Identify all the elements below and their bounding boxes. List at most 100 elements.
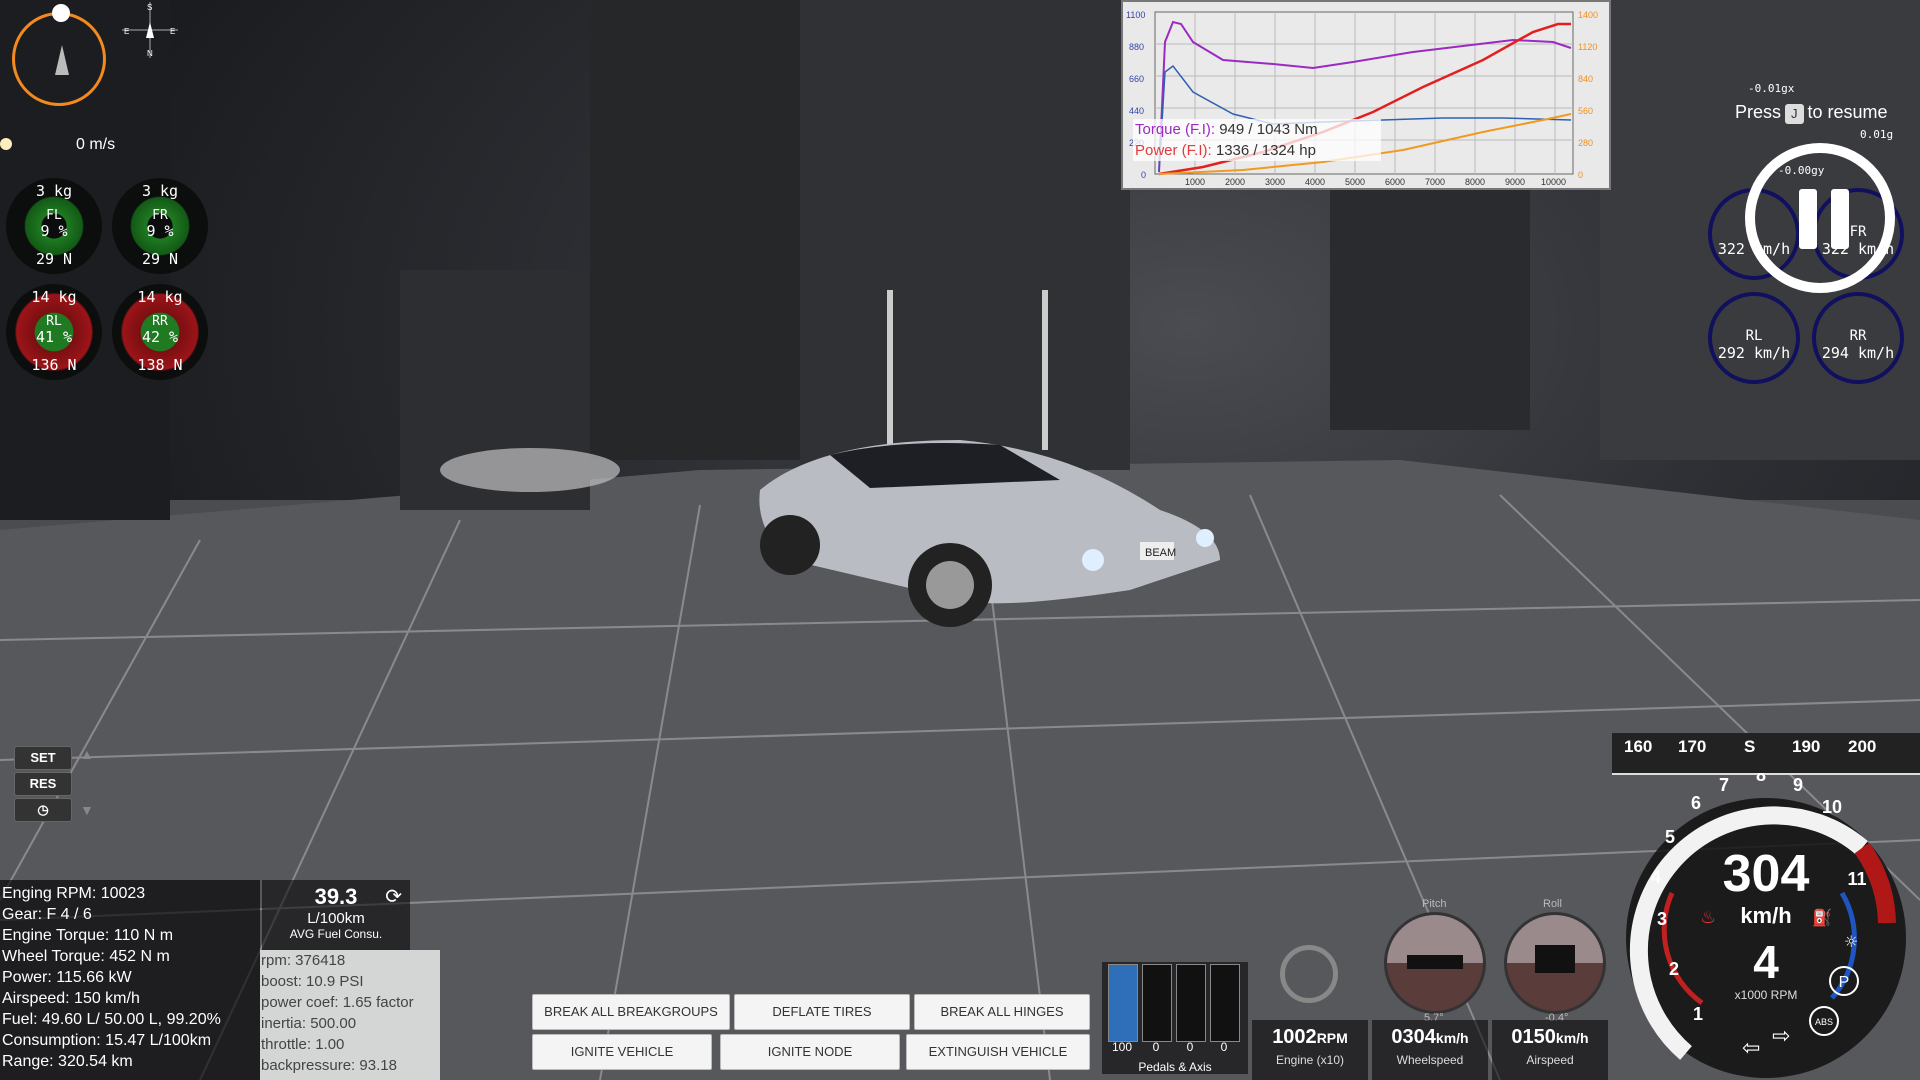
svg-text:2000: 2000 [1225,177,1245,187]
speed-rpm-gauge: 1 2 3 4 5 6 7 8 9 10 11 304 km/h 4 x1000… [1626,773,1906,1078]
compass [12,4,106,106]
svg-text:840: 840 [1578,74,1593,84]
wheel-speed-rl: RL 292 km/h [1708,292,1800,384]
gear-indicator: 4 [1753,936,1779,988]
break-all-breakgroups-button[interactable]: BREAK ALL BREAKGROUPS [532,994,730,1030]
engine-rpm-readout: 1002RPM Engine (x10) [1252,1020,1368,1080]
fuel-consumption-widget: 39.3 L/100km AVG Fuel Consu. ⟳ [262,880,410,950]
svg-text:4: 4 [1651,867,1661,887]
svg-text:8: 8 [1756,773,1766,785]
svg-text:8000: 8000 [1465,177,1485,187]
wheelspeed-readout: 0304km/h Wheelspeed [1372,1020,1488,1080]
cruise-control: SET RES ◷ ▲ ▼ [14,746,104,828]
svg-text:10: 10 [1822,797,1842,817]
svg-text:9000: 9000 [1505,177,1525,187]
svg-text:880: 880 [1129,42,1144,52]
cruise-down-icon[interactable]: ▼ [80,802,94,818]
ignite-vehicle-button[interactable]: IGNITE VEHICLE [532,1034,712,1070]
gforce-y: -0.00gy [1778,164,1825,177]
resume-hint: Press Jto resume [1735,102,1888,124]
svg-text:3: 3 [1657,909,1667,929]
svg-text:E: E [124,27,129,36]
speed-value: 304 [1723,845,1810,903]
turn-left-icon: ⇦ [1742,1036,1760,1061]
vehicle-stats-panel: Enging RPM: 10023 Gear: F 4 / 6 Engine Tor… [0,880,260,1080]
svg-text:660: 660 [1129,74,1144,84]
break-all-hinges-button[interactable]: BREAK ALL HINGES [914,994,1090,1030]
pitch-label: Pitch [1422,898,1447,910]
power-value: 1336 / 1324 hp [1215,142,1316,159]
turbo-info-panel: rpm: 376418 boost: 10.9 PSI power coef: 1.… [260,950,440,1080]
parking-brake-icon: P [1839,974,1850,991]
pedals-axis-widget: 100 0 0 0 Pedals & Axis [1102,962,1248,1074]
svg-text:6000: 6000 [1385,177,1405,187]
pedal-clutch-bar [1176,964,1206,1042]
compass-marker [52,4,70,22]
truck-front-icon [1535,945,1575,973]
torque-value: 949 / 1043 Nm [1219,121,1318,138]
svg-text:11: 11 [1847,869,1866,889]
svg-text:7000: 7000 [1425,177,1445,187]
roll-label: Roll [1543,898,1562,910]
svg-text:7: 7 [1719,775,1729,795]
torque-label: Torque (F.I): [1135,121,1216,138]
heading-tape: 160 170 S 190 200 [1612,733,1920,775]
rpm-unit: x1000 RPM [1735,988,1798,1002]
steering-wheel-icon [1280,945,1338,1003]
svg-text:E: E [170,27,175,36]
svg-text:0: 0 [1578,170,1583,180]
svg-text:1120: 1120 [1578,42,1597,52]
pedal-brake-bar [1142,964,1172,1042]
svg-text:1100: 1100 [1126,10,1145,20]
gforce-x: -0.01gx [1748,82,1795,95]
tire-gauge-rr: 14 kg RR 42 % 138 N [112,284,208,380]
speed-value: 0 m/s [76,136,116,153]
roll-indicator [1504,912,1606,1014]
wheel-speed-rr: RR 294 km/h [1812,292,1904,384]
status-led [0,138,12,150]
airspeed-readout: 0150km/h Airspeed [1492,1020,1608,1080]
refresh-icon[interactable]: ⟳ [385,884,402,909]
svg-text:560: 560 [1578,106,1593,116]
truck-side-icon [1407,955,1463,969]
cruise-res-button[interactable]: RES [14,772,72,796]
pedals-caption: Pedals & Axis [1138,1060,1212,1074]
svg-text:1400: 1400 [1578,10,1598,20]
tire-gauge-fl: 3 kg FL 9 % 29 N [6,178,102,274]
power-label: Power (F.I): [1135,142,1212,159]
license-plate: BEAM [1145,547,1176,559]
svg-text:5: 5 [1665,827,1675,847]
cruise-set-button[interactable]: SET [14,746,72,770]
deflate-tires-button[interactable]: DEFLATE TIRES [734,994,910,1030]
torque-legend: Torque (F.I): 949 / 1043 Nm Power (F.I):… [1133,119,1381,161]
tire-gauge-fr: 3 kg FR 9 % 29 N [112,178,208,274]
pedal-throttle-bar [1108,964,1138,1042]
ignite-node-button[interactable]: IGNITE NODE [720,1034,900,1070]
mini-compass: S N E E [122,2,178,58]
svg-text:10000: 10000 [1541,177,1566,187]
svg-text:1000: 1000 [1185,177,1205,187]
speed-unit: km/h [1740,903,1791,928]
svg-text:S: S [147,3,152,12]
svg-text:2: 2 [1669,959,1679,979]
compass-needle [55,45,69,75]
abs-icon: ABS [1815,1017,1833,1027]
coolant-temp-icon: ♨ [1700,907,1716,928]
svg-text:6: 6 [1691,793,1701,813]
cruise-timer-icon[interactable]: ◷ [14,798,72,822]
fuel-caption: AVG Fuel Consu. [289,927,383,941]
pedal-handbrake-bar [1210,964,1240,1042]
pitch-indicator [1384,912,1486,1014]
fuel-pump-icon: ⛽ [1812,908,1832,927]
cruise-up-icon[interactable]: ▲ [80,746,94,762]
fuel-unit: L/100km [307,910,365,927]
svg-text:4000: 4000 [1305,177,1325,187]
gforce-total: 0.01g [1860,128,1894,141]
svg-text:280: 280 [1578,138,1593,148]
svg-text:9: 9 [1793,775,1803,795]
svg-text:5000: 5000 [1345,177,1365,187]
svg-text:440: 440 [1129,106,1144,116]
pause-icon [1799,189,1817,249]
extinguish-vehicle-button[interactable]: EXTINGUISH VEHICLE [906,1034,1090,1070]
svg-text:1: 1 [1693,1004,1703,1024]
